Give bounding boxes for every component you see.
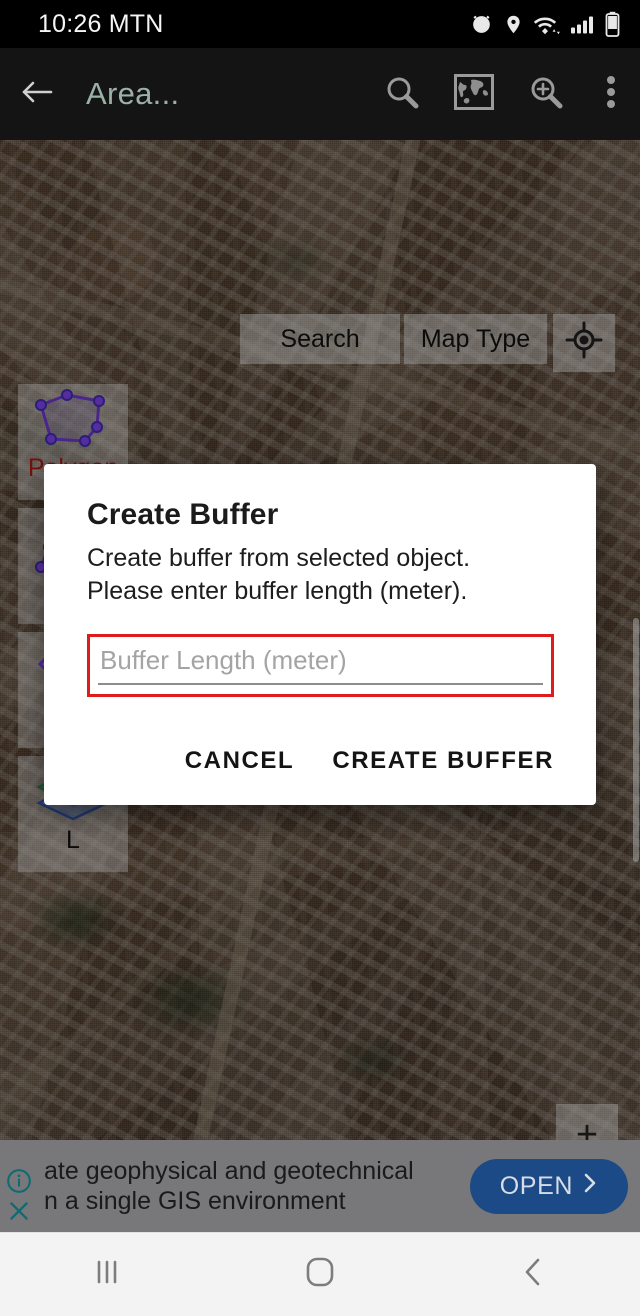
search-icon <box>383 73 421 116</box>
app-bar-actions <box>366 48 640 140</box>
signal-icon <box>570 12 596 37</box>
location-icon <box>503 12 524 37</box>
ad-side-controls <box>0 1140 44 1232</box>
ad-banner: ate geophysical and geotechnical n a sin… <box>0 1140 640 1232</box>
zoom-in-button[interactable] <box>510 48 582 140</box>
ad-open-label: OPEN <box>499 1171 573 1200</box>
buffer-length-input[interactable] <box>98 643 543 685</box>
status-bar: 10:26 MTN <box>0 0 640 48</box>
page-title: Area... <box>86 76 180 111</box>
ad-text[interactable]: ate geophysical and geotechnical n a sin… <box>44 1156 470 1217</box>
phone-screen: 10:26 MTN Area... Search Map Type + L Cr… <box>0 0 640 1316</box>
world-map-button[interactable] <box>438 48 510 140</box>
dialog-message-line-1: Create buffer from selected object. <box>87 544 471 572</box>
status-clock: 10:26 MTN <box>38 9 164 38</box>
cancel-button[interactable]: CANCEL <box>173 735 307 787</box>
world-map-icon <box>454 73 494 115</box>
dialog-title: Create Buffer <box>87 498 279 531</box>
dialog-message: Create buffer from selected object. Plea… <box>87 542 554 607</box>
search-button[interactable] <box>366 48 438 140</box>
chevron-right-icon <box>582 1172 598 1201</box>
close-icon[interactable] <box>6 1198 32 1228</box>
status-icon-group <box>469 11 620 37</box>
home-button[interactable] <box>260 1256 380 1293</box>
create-buffer-button[interactable]: CREATE BUFFER <box>320 735 566 787</box>
back-button[interactable] <box>0 77 74 112</box>
buffer-length-field-highlight <box>87 634 554 697</box>
dialog-actions: CANCEL CREATE BUFFER <box>173 735 566 787</box>
ad-text-line-2: n a single GIS environment <box>44 1187 346 1215</box>
android-nav-bar <box>0 1232 640 1316</box>
alarm-icon <box>469 12 494 37</box>
home-icon <box>305 1256 335 1293</box>
ad-text-line-1: ate geophysical and geotechnical <box>44 1156 414 1185</box>
nav-back-button[interactable] <box>473 1256 593 1293</box>
overflow-menu-icon <box>606 75 616 114</box>
dialog-message-line-2: Please enter buffer length (meter). <box>87 576 468 605</box>
info-icon[interactable] <box>6 1168 32 1199</box>
recents-icon <box>94 1257 120 1292</box>
app-bar: Area... <box>0 48 640 140</box>
battery-icon <box>605 11 620 37</box>
overflow-menu-button[interactable] <box>582 48 640 140</box>
nav-back-icon <box>521 1256 545 1293</box>
recents-button[interactable] <box>47 1257 167 1292</box>
ad-open-button[interactable]: OPEN <box>469 1158 628 1214</box>
zoom-in-icon <box>527 73 565 116</box>
wifi-icon <box>533 12 561 37</box>
create-buffer-dialog: Create Buffer Create buffer from selecte… <box>44 464 596 805</box>
back-arrow-icon <box>19 77 55 112</box>
